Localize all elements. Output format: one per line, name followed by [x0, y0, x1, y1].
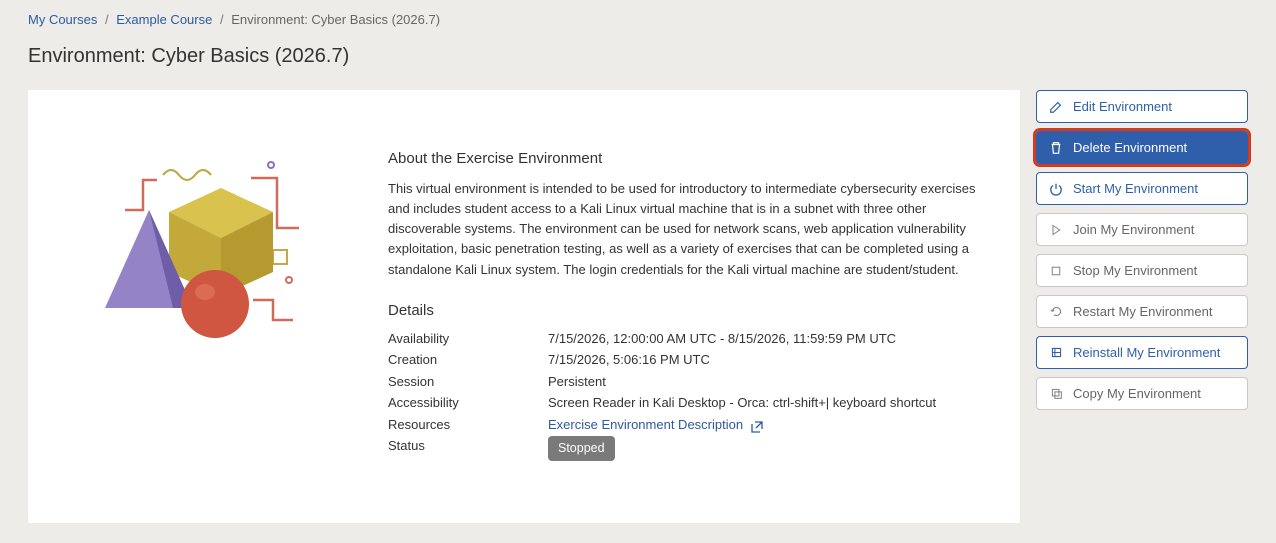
- copy-environment-button[interactable]: Copy My Environment: [1036, 377, 1248, 410]
- button-label: Delete Environment: [1073, 140, 1187, 155]
- button-label: Restart My Environment: [1073, 304, 1212, 319]
- delete-environment-button[interactable]: Delete Environment: [1036, 131, 1248, 164]
- button-label: Copy My Environment: [1073, 386, 1201, 401]
- start-environment-button[interactable]: Start My Environment: [1036, 172, 1248, 205]
- detail-value: Screen Reader in Kali Desktop - Orca: ct…: [548, 393, 980, 413]
- about-heading: About the Exercise Environment: [388, 150, 980, 167]
- breadcrumb: My Courses / Example Course / Environmen…: [28, 12, 1248, 27]
- play-icon: [1049, 223, 1063, 237]
- resource-link-label: Exercise Environment Description: [548, 417, 743, 432]
- breadcrumb-sep: /: [220, 12, 224, 27]
- resource-link[interactable]: Exercise Environment Description: [548, 417, 763, 432]
- status-badge: Stopped: [548, 436, 615, 461]
- detail-label: Session: [388, 372, 548, 392]
- detail-creation: Creation 7/15/2026, 5:06:16 PM UTC: [388, 350, 980, 370]
- detail-label: Availability: [388, 329, 548, 349]
- detail-label: Creation: [388, 350, 548, 370]
- external-link-icon: [751, 419, 763, 431]
- detail-session: Session Persistent: [388, 372, 980, 392]
- environment-illustration: [68, 150, 358, 360]
- power-icon: [1049, 182, 1063, 196]
- detail-label: Resources: [388, 415, 548, 435]
- join-environment-button[interactable]: Join My Environment: [1036, 213, 1248, 246]
- detail-value: 7/15/2026, 5:06:16 PM UTC: [548, 350, 980, 370]
- detail-availability: Availability 7/15/2026, 12:00:00 AM UTC …: [388, 329, 980, 349]
- stop-environment-button[interactable]: Stop My Environment: [1036, 254, 1248, 287]
- button-label: Start My Environment: [1073, 181, 1198, 196]
- about-description: This virtual environment is intended to …: [388, 179, 980, 280]
- button-label: Reinstall My Environment: [1073, 345, 1220, 360]
- reinstall-icon: [1049, 346, 1063, 360]
- copy-icon: [1049, 387, 1063, 401]
- detail-value: 7/15/2026, 12:00:00 AM UTC - 8/15/2026, …: [548, 329, 980, 349]
- breadcrumb-sep: /: [105, 12, 109, 27]
- detail-label: Status: [388, 436, 548, 461]
- breadcrumb-example-course[interactable]: Example Course: [116, 12, 212, 27]
- environment-card: About the Exercise Environment This virt…: [28, 90, 1020, 523]
- detail-accessibility: Accessibility Screen Reader in Kali Desk…: [388, 393, 980, 413]
- page-title: Environment: Cyber Basics (2026.7): [28, 45, 1248, 68]
- detail-label: Accessibility: [388, 393, 548, 413]
- restart-icon: [1049, 305, 1063, 319]
- detail-value: Persistent: [548, 372, 980, 392]
- button-label: Join My Environment: [1073, 222, 1194, 237]
- breadcrumb-current: Environment: Cyber Basics (2026.7): [231, 12, 440, 27]
- button-label: Edit Environment: [1073, 99, 1172, 114]
- breadcrumb-my-courses[interactable]: My Courses: [28, 12, 97, 27]
- reinstall-environment-button[interactable]: Reinstall My Environment: [1036, 336, 1248, 369]
- pencil-icon: [1049, 100, 1063, 114]
- detail-status: Status Stopped: [388, 436, 980, 461]
- edit-environment-button[interactable]: Edit Environment: [1036, 90, 1248, 123]
- details-heading: Details: [388, 302, 980, 319]
- trash-icon: [1049, 141, 1063, 155]
- button-label: Stop My Environment: [1073, 263, 1197, 278]
- detail-resources: Resources Exercise Environment Descripti…: [388, 415, 980, 435]
- restart-environment-button[interactable]: Restart My Environment: [1036, 295, 1248, 328]
- stop-icon: [1049, 264, 1063, 278]
- actions-panel: Edit Environment Delete Environment Star…: [1036, 90, 1248, 410]
